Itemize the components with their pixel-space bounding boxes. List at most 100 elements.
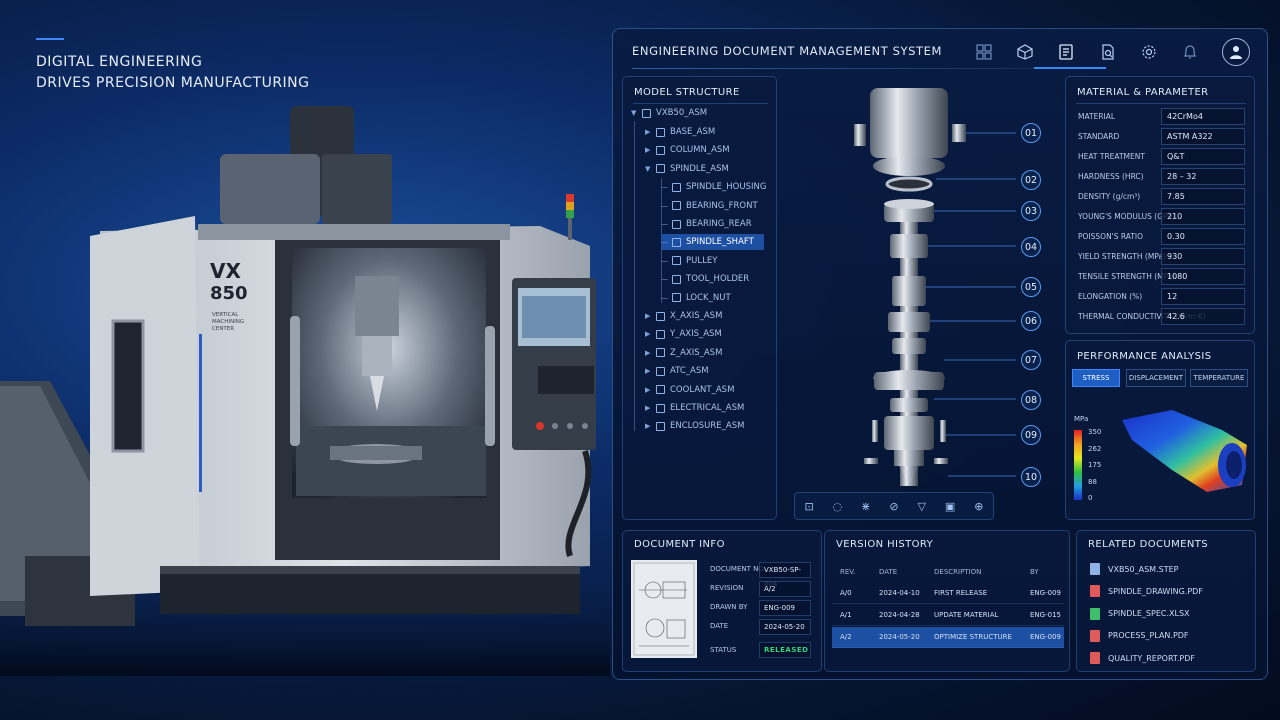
version-rev: A/0: [840, 589, 852, 597]
material-param-value[interactable]: 12: [1161, 288, 1245, 305]
callout-07[interactable]: 07: [1021, 350, 1041, 370]
related-file-step[interactable]: VXB50_ASM.STEP: [1090, 563, 1178, 575]
drawing-thumbnail[interactable]: [631, 560, 697, 658]
material-param-value[interactable]: 0.30: [1161, 228, 1245, 245]
material-param-value[interactable]: 210: [1161, 208, 1245, 225]
version-row[interactable]: A/0 2024-04-10 FIRST RELEASE ENG-009: [832, 583, 1064, 604]
tree-item-bearing_rear[interactable]: — BEARING_REAR: [661, 216, 752, 232]
tab-displacement[interactable]: DISPLACEMENT: [1126, 369, 1186, 387]
tree-item-lock_nut[interactable]: — LOCK_NUT: [661, 290, 731, 306]
version-row[interactable]: A/2 2024-05-20 OPTIMIZE STRUCTURE ENG-009: [832, 627, 1064, 648]
tree-item-electrical_asm[interactable]: ▶ ELECTRICAL_ASM: [645, 400, 744, 416]
section-icon[interactable]: ⊘: [889, 500, 898, 513]
tree-item-spindle_shaft[interactable]: — SPINDLE_SHAFT: [661, 234, 764, 251]
gear-icon[interactable]: [1138, 41, 1160, 63]
chevron-down-icon[interactable]: ▼: [645, 165, 651, 173]
tree-item-z_axis_asm[interactable]: ▶ Z_AXIS_ASM: [645, 345, 722, 361]
chevron-right-icon[interactable]: ▶: [645, 330, 651, 338]
grid-icon[interactable]: [973, 41, 995, 63]
bell-icon[interactable]: [1179, 41, 1201, 63]
version-date: 2024-04-28: [879, 611, 920, 619]
tree-item-label: TOOL_HOLDER: [686, 274, 750, 285]
col-header-rev: REV.: [840, 568, 856, 576]
chevron-right-icon[interactable]: ▶: [645, 404, 651, 412]
tree-item-coolant_asm[interactable]: ▶ COOLANT_ASM: [645, 382, 734, 398]
chevron-right-icon[interactable]: ▶: [645, 312, 651, 320]
scale-tick-label: 88: [1088, 477, 1097, 486]
callout-05[interactable]: 05: [1021, 277, 1041, 297]
chevron-right-icon[interactable]: ▶: [645, 146, 651, 154]
frame-icon[interactable]: ▣: [945, 500, 955, 513]
callout-06[interactable]: 06: [1021, 311, 1041, 331]
active-tool-indicator: [1034, 67, 1106, 69]
spindle-exploded-view: [854, 88, 1016, 486]
assembly-icon: [656, 348, 665, 358]
tab-stress[interactable]: STRESS: [1072, 369, 1120, 387]
tree-item-tool_holder[interactable]: — TOOL_HOLDER: [661, 271, 749, 287]
tree-item-spindle_asm[interactable]: ▼ SPINDLE_ASM: [645, 161, 729, 177]
tree-connector: —: [661, 201, 668, 210]
material-param-value[interactable]: 7.85: [1161, 188, 1245, 205]
tree-item-base_asm[interactable]: ▶ BASE_ASM: [645, 124, 715, 140]
explode-icon[interactable]: ⋇: [861, 500, 870, 513]
chevron-right-icon[interactable]: ▶: [645, 386, 651, 394]
related-file-pdf[interactable]: SPINDLE_DRAWING.PDF: [1090, 585, 1203, 598]
user-avatar-icon[interactable]: [1222, 38, 1250, 66]
tree-item-bearing_front[interactable]: — BEARING_FRONT: [661, 198, 758, 214]
chevron-right-icon[interactable]: ▶: [645, 349, 651, 357]
related-file-pdf[interactable]: QUALITY_REPORT.PDF: [1090, 652, 1195, 665]
model-structure-title: MODEL STRUCTURE: [634, 87, 740, 98]
pdf-file-icon: [1090, 652, 1100, 665]
fit-view-icon[interactable]: ⊡: [804, 500, 813, 513]
callout-04[interactable]: 04: [1021, 237, 1041, 257]
zoom-icon[interactable]: ⊕: [974, 500, 983, 513]
step-file-icon: [1090, 563, 1100, 575]
chevron-down-icon: ▼: [631, 109, 637, 117]
hero-accent-line: [36, 38, 64, 40]
tree-item-label: SPINDLE_ASM: [670, 163, 729, 174]
material-param-value[interactable]: Q&T: [1161, 148, 1245, 165]
tree-item-y_axis_asm[interactable]: ▶ Y_AXIS_ASM: [645, 326, 722, 342]
chevron-right-icon[interactable]: ▶: [645, 422, 651, 430]
material-param-value[interactable]: 42.6: [1161, 308, 1245, 325]
tree-item-x_axis_asm[interactable]: ▶ X_AXIS_ASM: [645, 308, 722, 324]
callout-03[interactable]: 03: [1021, 201, 1041, 221]
callout-08[interactable]: 08: [1021, 390, 1041, 410]
document-list-icon[interactable]: [1055, 41, 1077, 63]
tree-item-spindle_housing[interactable]: — SPINDLE_HOUSING: [661, 179, 766, 195]
part-icon: [672, 256, 681, 266]
cube-icon[interactable]: [1014, 41, 1036, 63]
tree-item-pulley[interactable]: — PULLEY: [661, 253, 717, 269]
part-icon: [672, 293, 681, 303]
stress-contour-plot: [1122, 410, 1247, 492]
callout-01[interactable]: 01: [1021, 123, 1041, 143]
tree-item-enclosure_asm[interactable]: ▶ ENCLOSURE_ASM: [645, 418, 744, 434]
tree-item-atc_asm[interactable]: ▶ ATC_ASM: [645, 363, 709, 379]
part-icon: [672, 237, 681, 247]
callout-09[interactable]: 09: [1021, 425, 1041, 445]
status-label: STATUS: [710, 646, 737, 654]
material-param-value[interactable]: 42CrMo4: [1161, 108, 1245, 125]
version-author: ENG-009: [1030, 633, 1061, 641]
chevron-right-icon[interactable]: ▶: [645, 367, 651, 375]
related-file-name: SPINDLE_DRAWING.PDF: [1108, 586, 1203, 596]
rotate-icon[interactable]: ◌: [833, 500, 843, 513]
material-param-value[interactable]: 1080: [1161, 268, 1245, 285]
col-header-date: DATE: [879, 568, 898, 576]
version-row[interactable]: A/1 2024-04-28 UPDATE MATERIAL ENG-015: [832, 605, 1064, 626]
callout-10[interactable]: 10: [1021, 467, 1041, 487]
material-param-value[interactable]: 28 – 32: [1161, 168, 1245, 185]
tree-item-column_asm[interactable]: ▶ COLUMN_ASM: [645, 142, 730, 158]
material-param-value[interactable]: 930: [1161, 248, 1245, 265]
callout-02[interactable]: 02: [1021, 170, 1041, 190]
tree-root[interactable]: ▼ VXB50_ASM: [631, 105, 707, 121]
tab-temperature[interactable]: TEMPERATURE: [1190, 369, 1248, 387]
version-author: ENG-009: [1030, 589, 1061, 597]
filter-icon[interactable]: ▽: [917, 500, 925, 513]
related-file-pdf[interactable]: PROCESS_PLAN.PDF: [1090, 629, 1189, 642]
related-file-xlsx[interactable]: SPINDLE_SPEC.XLSX: [1090, 607, 1190, 620]
tree-item-label: SPINDLE_HOUSING: [686, 182, 767, 193]
chevron-right-icon[interactable]: ▶: [645, 128, 651, 136]
document-search-icon[interactable]: [1097, 41, 1119, 63]
material-param-value[interactable]: ASTM A322: [1161, 128, 1245, 145]
